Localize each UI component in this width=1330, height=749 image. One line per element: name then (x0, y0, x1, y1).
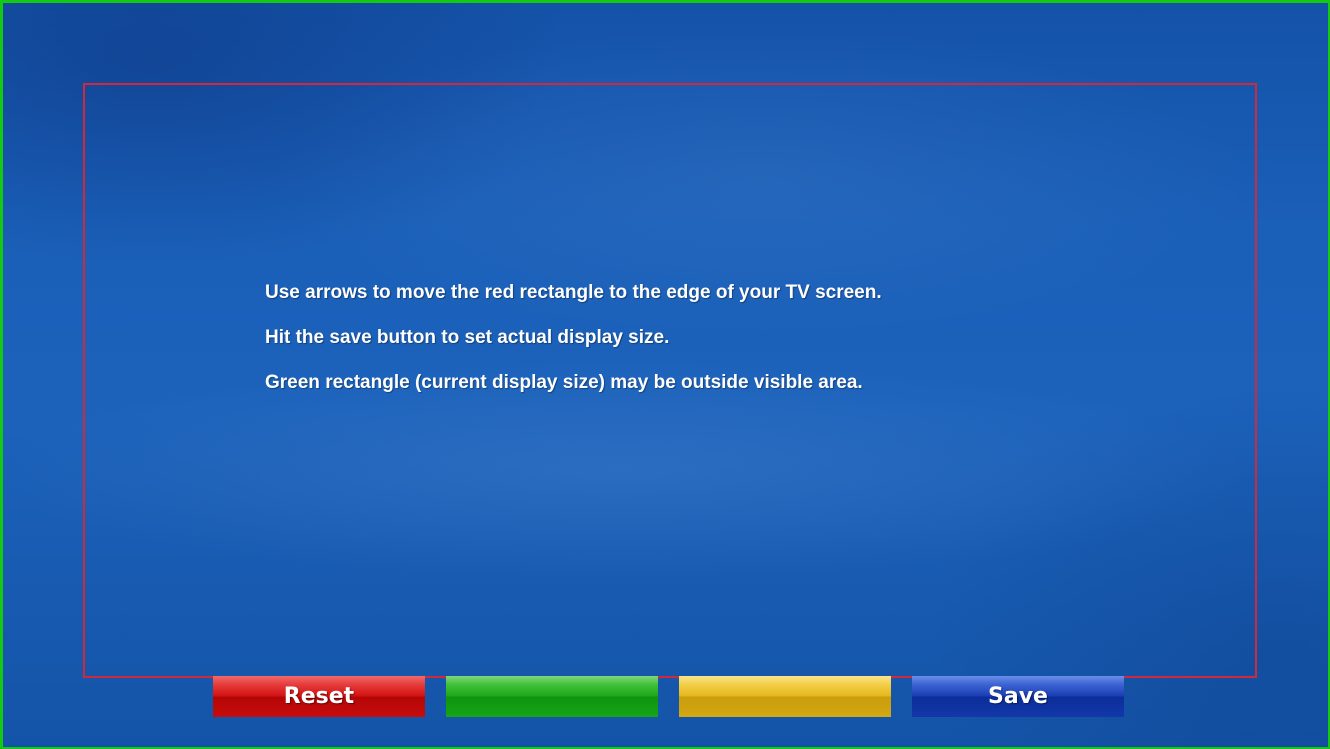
overscan-calibration-screen: { "instructions": { "line1": "Use arrows… (0, 0, 1330, 749)
instruction-line-arrows: Use arrows to move the red rectangle to … (265, 282, 882, 303)
save-button-label: Save (988, 684, 1048, 709)
instruction-line-green-rectangle: Green rectangle (current display size) m… (265, 372, 863, 393)
instruction-line-save: Hit the save button to set actual displa… (265, 327, 670, 348)
reset-button-label: Reset (283, 684, 355, 709)
instructions-panel: Use arrows to move the red rectangle to … (265, 282, 1165, 417)
green-button[interactable] (446, 676, 658, 717)
reset-button[interactable]: Reset (213, 676, 425, 717)
save-button[interactable]: Save (912, 676, 1124, 717)
yellow-button[interactable] (679, 676, 891, 717)
